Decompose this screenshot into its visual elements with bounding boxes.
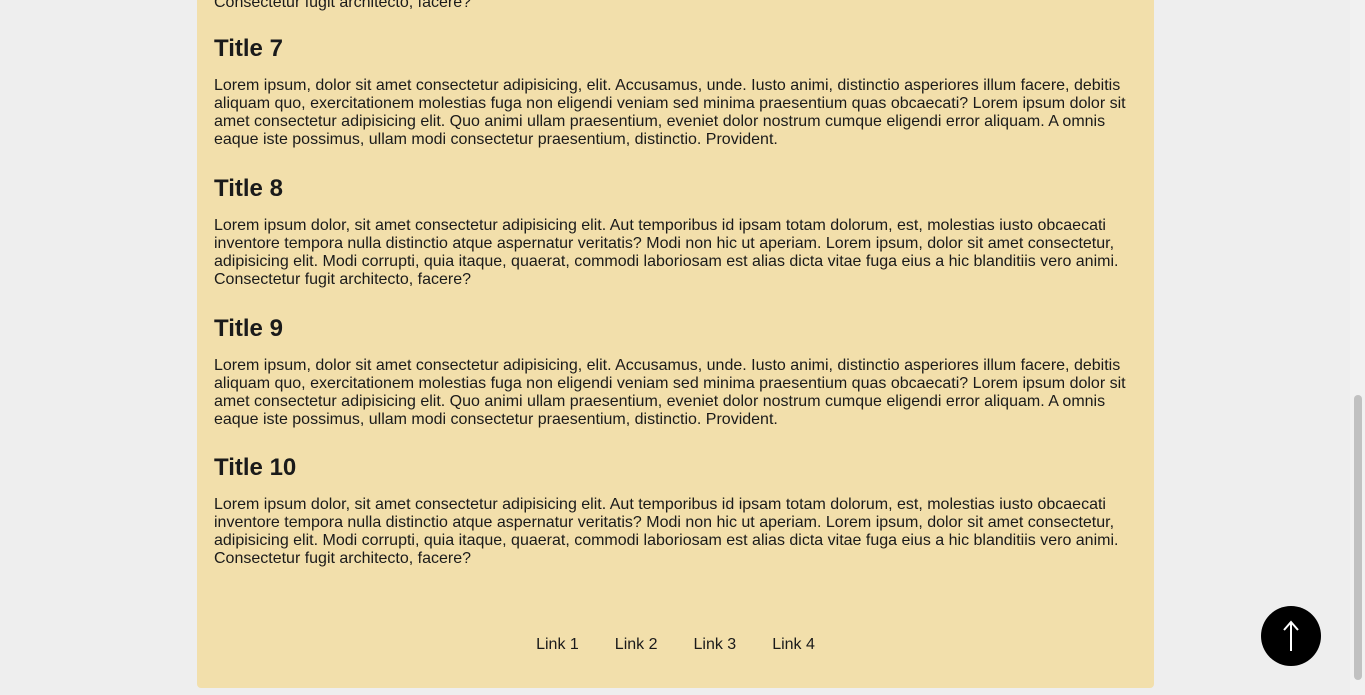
section-title: Title 7 [214,35,283,62]
footer-link-4[interactable]: Link 4 [772,633,815,657]
section-title-9: Title 9 Lorem ipsum, dolor sit amet cons… [214,315,1139,429]
section-body: Lorem ipsum dolor, sit amet consectetur … [214,496,1119,567]
section-body: Lorem ipsum, dolor sit amet consectetur … [214,357,1126,428]
footer-link-1[interactable]: Link 1 [536,633,579,657]
footer-link-2[interactable]: Link 2 [615,633,658,657]
arrow-up-icon [1283,620,1299,651]
scrollbar[interactable] [1350,0,1365,695]
footer-link-3[interactable]: Link 3 [694,633,737,657]
content-card: Consectetur fugit architecto, facere? Ti… [197,0,1154,688]
section-title-7: Title 7 Lorem ipsum, dolor sit amet cons… [214,35,1139,149]
footer-nav: Link 1 Link 2 Link 3 Link 4 [197,633,1154,657]
section-title: Title 9 [214,315,283,342]
back-to-top-button[interactable] [1261,606,1321,666]
section-body: Lorem ipsum dolor, sit amet consectetur … [214,217,1119,288]
section-title-8: Title 8 Lorem ipsum dolor, sit amet cons… [214,175,1139,289]
partial-paragraph-line: Consectetur fugit architecto, facere? [214,0,472,11]
section-title-10: Title 10 Lorem ipsum dolor, sit amet con… [214,454,1139,568]
section-title: Title 8 [214,175,283,202]
section-title: Title 10 [214,454,297,481]
scrollbar-thumb[interactable] [1354,395,1362,680]
section-body: Lorem ipsum, dolor sit amet consectetur … [214,77,1126,148]
